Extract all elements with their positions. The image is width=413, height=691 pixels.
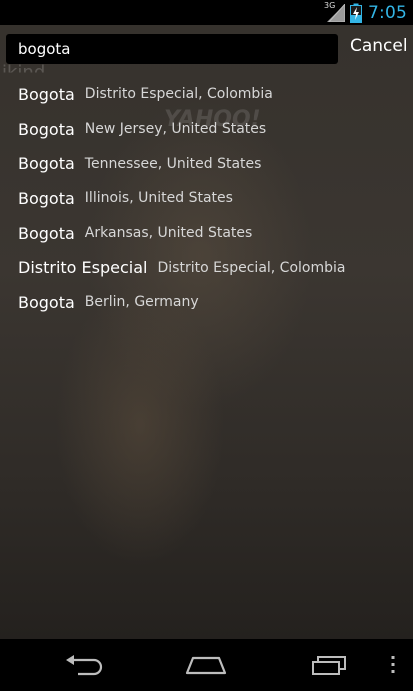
result-item[interactable]: Bogota Tennessee, United States — [0, 146, 413, 181]
result-city: Bogota — [18, 188, 75, 208]
recent-apps-button[interactable] — [304, 651, 354, 679]
result-item[interactable]: Bogota Arkansas, United States — [0, 216, 413, 251]
result-region: Illinois, United States — [84, 190, 233, 207]
home-icon — [185, 656, 227, 675]
result-city: Distrito Especial — [18, 258, 148, 278]
home-button[interactable] — [181, 651, 231, 679]
status-time: 7:05 — [368, 2, 407, 23]
signal-indicator: 3G — [324, 1, 346, 24]
result-city: Bogota — [18, 223, 75, 243]
result-city: Bogota — [18, 84, 75, 104]
result-city: Bogota — [18, 292, 75, 312]
result-item[interactable]: Distrito Especial Distrito Especial, Col… — [0, 250, 413, 285]
overflow-menu-icon — [391, 656, 395, 673]
signal-strength-icon — [327, 3, 346, 22]
result-city: Bogota — [18, 154, 75, 174]
navigation-bar — [0, 639, 413, 691]
result-item[interactable]: Bogota Illinois, United States — [0, 181, 413, 216]
search-bar: bogota Cancel — [0, 25, 413, 73]
result-item[interactable]: Bogota New Jersey, United States — [0, 112, 413, 147]
result-region: Tennessee, United States — [84, 155, 262, 172]
overflow-menu-button[interactable] — [378, 651, 408, 679]
status-bar: 3G 7:05 — [0, 0, 413, 25]
result-region: New Jersey, United States — [84, 121, 267, 138]
result-item[interactable]: Bogota Distrito Especial, Colombia — [0, 77, 413, 112]
result-region: Distrito Especial, Colombia — [84, 86, 273, 103]
search-results-list: Bogota Distrito Especial, Colombia Bogot… — [0, 77, 413, 320]
back-icon — [66, 655, 103, 676]
result-region: Berlin, Germany — [84, 294, 199, 311]
result-item[interactable]: Bogota Berlin, Germany — [0, 285, 413, 320]
back-button[interactable] — [59, 651, 109, 679]
result-region: Distrito Especial, Colombia — [157, 259, 346, 276]
cancel-button[interactable]: Cancel — [350, 36, 408, 56]
recent-apps-icon — [312, 656, 346, 675]
result-city: Bogota — [18, 119, 75, 139]
location-search-input[interactable]: bogota — [6, 34, 338, 64]
battery-charging-icon — [350, 3, 363, 23]
result-region: Arkansas, United States — [84, 225, 253, 242]
